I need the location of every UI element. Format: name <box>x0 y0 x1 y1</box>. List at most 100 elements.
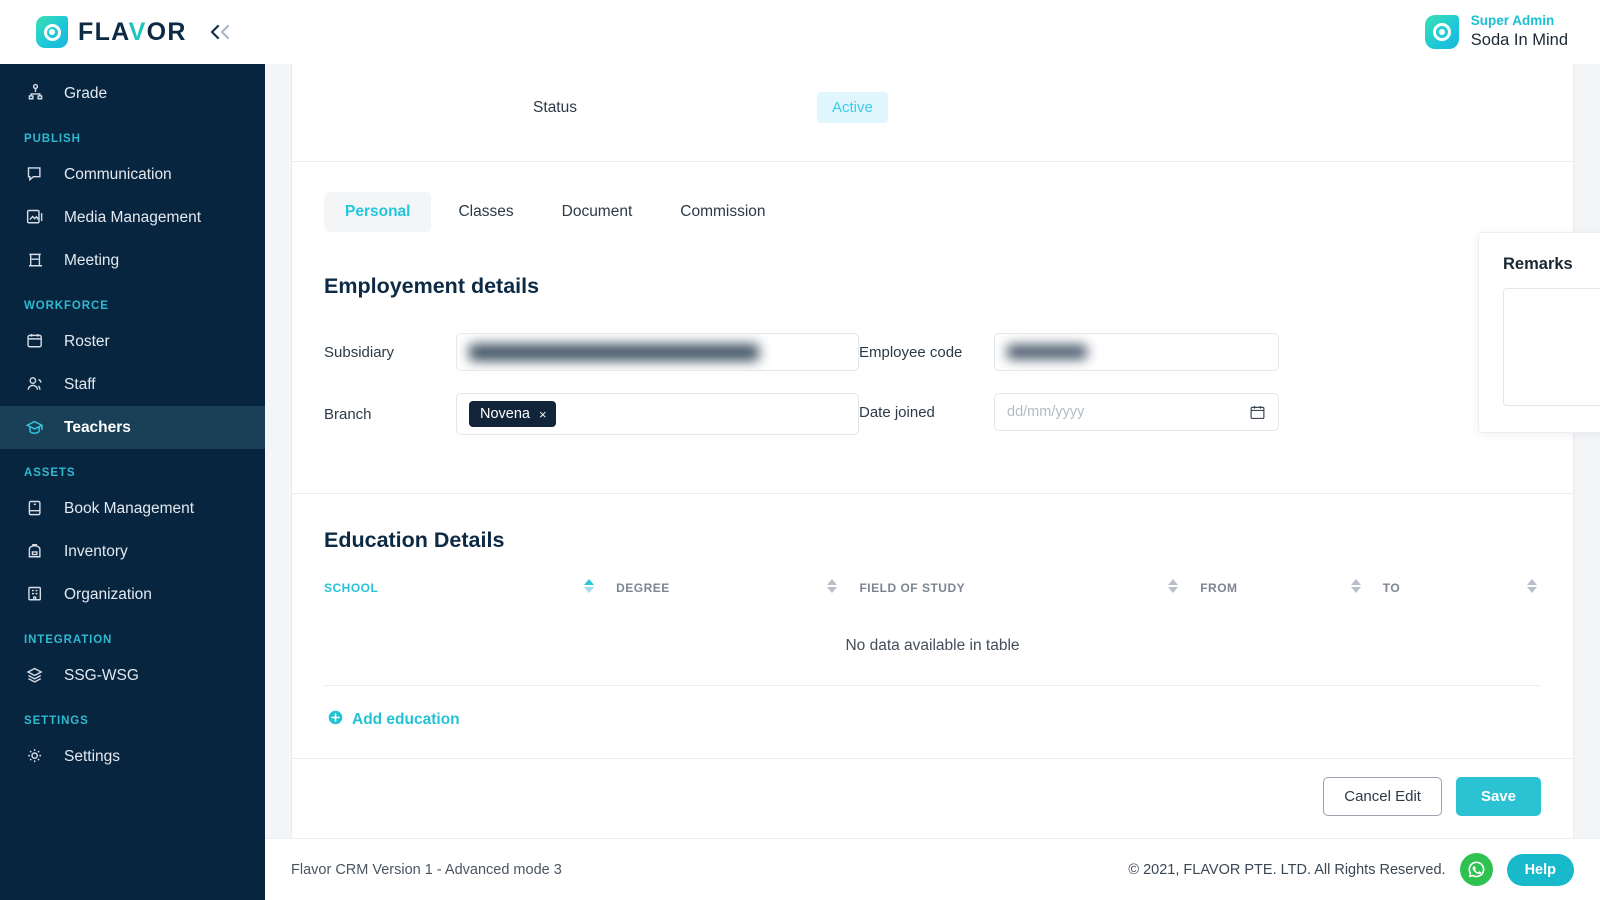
sidebar-group-workforce: WORKFORCE <box>24 300 109 312</box>
sidebar-item-communication[interactable]: Communication <box>0 153 265 196</box>
brand-wordmark: FLAVOR <box>78 17 187 46</box>
subsidiary-row: Subsidiary <box>324 333 859 371</box>
sidebar-item-inventory[interactable]: Inventory <box>0 530 265 573</box>
sidebar-item-meeting[interactable]: Meeting <box>0 239 265 282</box>
plus-circle-icon <box>328 710 343 730</box>
sidebar-item-label: Teachers <box>64 418 131 436</box>
sidebar-item-media-management[interactable]: Media Management <box>0 196 265 239</box>
flavor-logo-icon <box>36 16 68 48</box>
building-icon <box>24 584 46 606</box>
save-button[interactable]: Save <box>1455 777 1541 816</box>
footer: Flavor CRM Version 1 - Advanced mode 3 ©… <box>265 838 1600 900</box>
topbar: Super Admin Soda In Mind <box>265 0 1600 64</box>
column-label: SCHOOL <box>324 581 379 595</box>
table-header-row: SCHOOL DEGREE FIELD OF STUDY FROM TO <box>324 579 1541 611</box>
column-field-of-study[interactable]: FIELD OF STUDY <box>859 579 1200 611</box>
status-badge: Active <box>817 92 888 123</box>
grade-icon <box>24 83 46 105</box>
subsidiary-label: Subsidiary <box>324 343 395 361</box>
help-button[interactable]: Help <box>1506 853 1574 886</box>
gear-icon <box>24 746 46 768</box>
remarks-panel: Remarks <box>1478 232 1600 433</box>
add-education-button[interactable]: Add education <box>324 686 460 758</box>
calendar-icon <box>24 331 46 353</box>
employment-details: Employement details Subsidiary Branch No… <box>292 232 1600 493</box>
sidebar-item-label: Roster <box>64 332 110 350</box>
backpack-icon <box>24 541 46 563</box>
column-label: DEGREE <box>616 581 670 595</box>
sidebar-item-organization[interactable]: Organization <box>0 573 265 616</box>
sidebar-item-label: Staff <box>64 375 96 393</box>
app-root: FLAVOR Grade PUBLISH Communication Media… <box>0 0 1600 900</box>
sort-toggle-icon[interactable] <box>1168 579 1179 593</box>
sidebar-item-label: Media Management <box>64 208 201 226</box>
tab-commission[interactable]: Commission <box>659 192 786 232</box>
column-label: TO <box>1382 581 1401 595</box>
table-empty-row: No data available in table <box>324 611 1541 686</box>
user-role: Super Admin <box>1470 12 1555 28</box>
status-label: Status <box>533 98 577 116</box>
sidebar-item-book-management[interactable]: Book Management <box>0 487 265 530</box>
brand-header: FLAVOR <box>0 0 265 64</box>
column-label: FROM <box>1200 581 1238 595</box>
sidebar-item-roster[interactable]: Roster <box>0 320 265 363</box>
empty-message: No data available in table <box>324 611 1541 686</box>
sort-toggle-icon[interactable] <box>827 579 838 593</box>
branch-chip[interactable]: Novena × <box>469 401 556 427</box>
book-icon <box>24 498 46 520</box>
sort-toggle-icon[interactable] <box>584 579 595 593</box>
column-label: FIELD OF STUDY <box>859 581 966 595</box>
sidebar-group-integration: INTEGRATION <box>24 634 113 646</box>
column-to[interactable]: TO <box>1382 579 1541 611</box>
layers-icon <box>24 665 46 687</box>
sidebar-item-settings[interactable]: Settings <box>0 735 265 778</box>
branch-input[interactable]: Novena × <box>456 393 859 435</box>
sidebar-item-label: Settings <box>64 747 121 765</box>
sidebar-item-ssg-wsg[interactable]: SSG-WSG <box>0 654 265 697</box>
sidebar-item-teachers[interactable]: Teachers <box>0 406 265 449</box>
sidebar-item-label: SSG-WSG <box>64 666 139 684</box>
sidebar-item-label: Organization <box>64 585 152 603</box>
education-table: SCHOOL DEGREE FIELD OF STUDY FROM TO No … <box>324 579 1541 686</box>
sidebar-item-label: Meeting <box>64 251 120 269</box>
branch-label: Branch <box>324 405 372 423</box>
sort-toggle-icon[interactable] <box>1350 579 1361 593</box>
chat-icon <box>24 164 46 186</box>
column-school[interactable]: SCHOOL <box>324 579 616 611</box>
remarks-textarea[interactable] <box>1503 288 1600 406</box>
date-joined-input[interactable]: dd/mm/yyyy <box>994 393 1279 431</box>
sidebar-item-grade[interactable]: Grade <box>0 72 265 115</box>
sidebar-nav: Grade PUBLISH Communication Media Manage… <box>0 64 265 778</box>
user-name: Soda In Mind <box>1470 30 1568 49</box>
people-icon <box>24 374 46 396</box>
column-degree[interactable]: DEGREE <box>616 579 859 611</box>
chevron-double-left-icon[interactable] <box>209 23 235 41</box>
podium-icon <box>24 250 46 272</box>
calendar-icon[interactable] <box>1249 404 1266 421</box>
sidebar-group-settings: SETTINGS <box>24 715 89 727</box>
media-icon <box>24 207 46 229</box>
branch-row: Branch Novena × <box>324 393 859 435</box>
main-area: Super Admin Soda In Mind Status Active P <box>265 0 1600 900</box>
date-joined-placeholder: dd/mm/yyyy <box>1007 404 1085 420</box>
whatsapp-icon[interactable] <box>1459 853 1493 886</box>
sidebar-item-label: Grade <box>64 84 108 102</box>
version-text: Flavor CRM Version 1 - Advanced mode 3 <box>291 861 562 878</box>
tab-classes[interactable]: Classes <box>437 192 534 232</box>
column-from[interactable]: FROM <box>1200 579 1383 611</box>
status-section: Status Active <box>292 64 1573 162</box>
education-title: Education Details <box>324 528 505 552</box>
subsidiary-input[interactable] <box>456 333 859 371</box>
close-icon[interactable]: × <box>539 407 547 422</box>
cancel-edit-button[interactable]: Cancel Edit <box>1323 777 1442 816</box>
user-menu[interactable]: Super Admin Soda In Mind <box>1424 12 1568 51</box>
employee-code-input[interactable] <box>994 333 1279 371</box>
sidebar-group-assets: ASSETS <box>24 467 76 479</box>
sort-toggle-icon[interactable] <box>1527 579 1537 593</box>
tab-personal[interactable]: Personal <box>324 192 432 232</box>
tab-document[interactable]: Document <box>541 192 654 232</box>
branch-chip-label: Novena <box>480 406 530 422</box>
brand-suffix: OR <box>146 17 187 46</box>
avatar <box>1424 15 1459 49</box>
sidebar-item-staff[interactable]: Staff <box>0 363 265 406</box>
